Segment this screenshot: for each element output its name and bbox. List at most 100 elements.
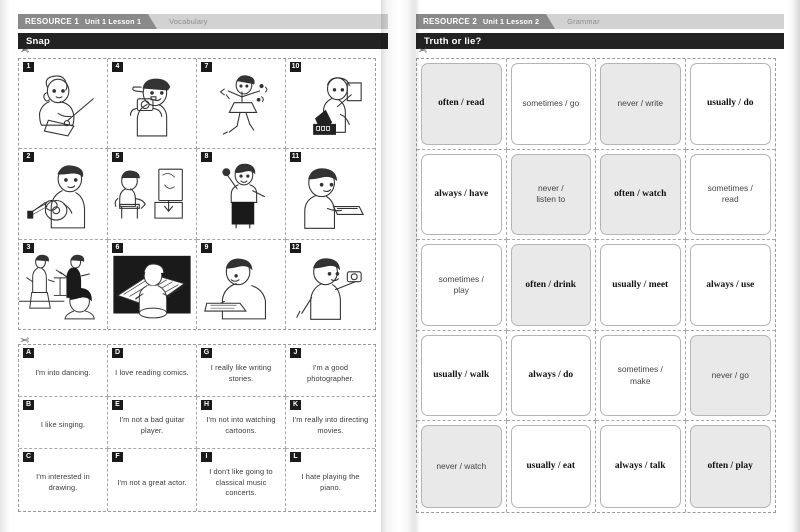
prompt-cell[interactable]: always / talk	[596, 421, 686, 512]
prompt-card[interactable]: often / play	[689, 425, 771, 508]
picture-card[interactable]: 10	[286, 59, 375, 150]
sentence-card[interactable]: J I'm a good photographer.	[286, 345, 375, 398]
picture-card[interactable]: 3	[19, 239, 108, 329]
sentence-text: I'm really into directing movies.	[292, 414, 369, 435]
prompt-cell[interactable]: never / listen to	[506, 149, 596, 241]
prompt-card[interactable]: often / watch	[600, 153, 681, 236]
prompt-cell[interactable]: sometimes / go	[506, 59, 596, 150]
prompt-text: often / watch	[614, 188, 667, 199]
card-badge: J	[290, 348, 301, 358]
boy-playing-guitar-icon	[27, 165, 86, 229]
prompt-card[interactable]: always / have	[421, 153, 502, 236]
sentence-card[interactable]: D I love reading comics.	[108, 345, 197, 398]
prompt-cell[interactable]: sometimes / play	[417, 240, 507, 331]
prompt-cell[interactable]: usually / walk	[417, 330, 507, 422]
prompt-card[interactable]: always / talk	[600, 425, 681, 508]
sentence-card[interactable]: G I really like writing stories.	[197, 345, 286, 398]
prompt-cell[interactable]: often / read	[417, 59, 507, 150]
card-badge: E	[112, 400, 123, 411]
person-filming-camera-icon	[313, 77, 362, 135]
prompt-text: sometimes / go	[522, 98, 580, 109]
right-resource-bar: RESOURCE 2 Unit 1 Lesson 2 Grammar	[416, 14, 784, 29]
prompt-cell[interactable]: never / watch	[417, 421, 507, 512]
sentence-text: I'm interested in drawing.	[36, 472, 90, 493]
girl-playing-piano-icon	[113, 255, 191, 319]
sentence-text: I'm a good photographer.	[307, 362, 354, 383]
right-unit-lesson: Unit 1 Lesson 2	[483, 17, 540, 26]
sentence-card[interactable]: L I hate playing the piano.	[286, 449, 375, 511]
right-cut-area: ✂ often / read sometimes / go never / wr…	[416, 45, 784, 513]
prompt-card[interactable]: sometimes / go	[510, 63, 591, 145]
card-badge: 12	[290, 242, 301, 253]
sentence-text: I really like writing stories.	[210, 362, 272, 383]
prompt-cell[interactable]: sometimes / read	[685, 150, 775, 241]
sentence-card[interactable]: H I'm not into watching cartoons.	[197, 397, 286, 450]
card-badge: 10	[290, 62, 301, 72]
prompt-card[interactable]: never / watch	[421, 425, 502, 508]
prompt-text: never / watch	[436, 461, 487, 472]
prompt-cell[interactable]: never / go	[685, 331, 775, 422]
sentence-text: I like singing.	[40, 420, 86, 430]
prompt-card-grid: often / read sometimes / go never / writ…	[416, 58, 776, 513]
picture-card[interactable]: 4	[108, 59, 197, 150]
prompt-text: often / read	[438, 98, 485, 109]
picture-card[interactable]: 2	[19, 149, 108, 240]
girl-singing-microphone-icon	[222, 164, 266, 229]
prompt-text: always / use	[706, 279, 755, 290]
prompt-card[interactable]: always / do	[510, 334, 591, 417]
prompt-cell[interactable]: always / do	[506, 330, 596, 422]
sentence-card[interactable]: I I don't like going to classical music …	[197, 449, 286, 511]
picture-card[interactable]: 5	[108, 149, 197, 240]
prompt-text: usually / eat	[526, 461, 576, 472]
prompt-card[interactable]: never / go	[689, 334, 771, 417]
boy-writing-at-desk-icon	[204, 258, 266, 320]
prompt-card[interactable]: usually / eat	[510, 425, 591, 508]
prompt-cell[interactable]: usually / eat	[507, 421, 596, 512]
prompt-text: always / have	[434, 188, 489, 199]
card-badge: 11	[290, 152, 301, 163]
picture-card[interactable]: 7	[197, 59, 286, 150]
sentence-card[interactable]: A I'm into dancing.	[19, 345, 108, 398]
prompt-text: often / drink	[525, 279, 577, 290]
prompt-card[interactable]: usually / do	[689, 63, 771, 145]
sentence-card[interactable]: B I like singing.	[19, 397, 108, 450]
prompt-card[interactable]: usually / meet	[600, 244, 681, 326]
prompt-card[interactable]: sometimes / read	[689, 153, 771, 236]
prompt-cell[interactable]: usually / meet	[596, 240, 686, 331]
prompt-cell[interactable]: sometimes / make	[596, 330, 686, 422]
sentence-card[interactable]: C I'm interested in drawing.	[19, 449, 108, 511]
right-skill-label: Grammar	[567, 17, 600, 26]
picture-card[interactable]: 6	[108, 239, 197, 329]
prompt-cell[interactable]: never / write	[596, 59, 686, 150]
prompt-cell[interactable]: always / use	[685, 240, 775, 331]
prompt-cell[interactable]: usually / do	[685, 59, 775, 150]
left-skill-label: Vocabulary	[169, 17, 208, 26]
prompt-card[interactable]: never / write	[600, 63, 681, 145]
card-badge: 1	[23, 62, 34, 72]
prompt-cell[interactable]: often / drink	[506, 240, 596, 331]
card-badge: D	[112, 348, 123, 358]
prompt-card[interactable]: usually / walk	[421, 334, 502, 417]
sentence-card[interactable]: F I'm not a great actor.	[108, 449, 197, 511]
sentence-text: I'm not into watching cartoons.	[206, 414, 276, 435]
picture-card[interactable]: 12	[286, 240, 375, 329]
prompt-card[interactable]: often / read	[421, 63, 502, 145]
prompt-cell[interactable]: often / play	[686, 421, 776, 512]
picture-card[interactable]: 9	[197, 239, 286, 329]
prompt-card[interactable]: sometimes / make	[600, 334, 681, 417]
prompt-card[interactable]: often / drink	[510, 244, 591, 326]
person-watching-tv-icon	[114, 169, 183, 219]
opera-singer-and-conductor-icon	[19, 254, 95, 320]
prompt-cell[interactable]: always / have	[417, 149, 507, 241]
picture-card[interactable]: 8	[197, 149, 286, 240]
prompt-card[interactable]: never / listen to	[510, 153, 591, 236]
prompt-cell[interactable]: often / watch	[596, 149, 686, 241]
prompt-text: sometimes / make	[617, 364, 663, 386]
sentence-card[interactable]: E I'm not a bad guitar player.	[108, 397, 197, 450]
picture-card-grid: 1 4 7 10 2 5 8 11 3 6 9 12	[18, 58, 376, 330]
picture-card[interactable]: 1	[19, 59, 108, 150]
picture-card[interactable]: 11	[286, 149, 375, 240]
prompt-card[interactable]: always / use	[689, 244, 771, 326]
sentence-card[interactable]: K I'm really into directing movies.	[286, 397, 375, 450]
prompt-card[interactable]: sometimes / play	[421, 244, 502, 326]
